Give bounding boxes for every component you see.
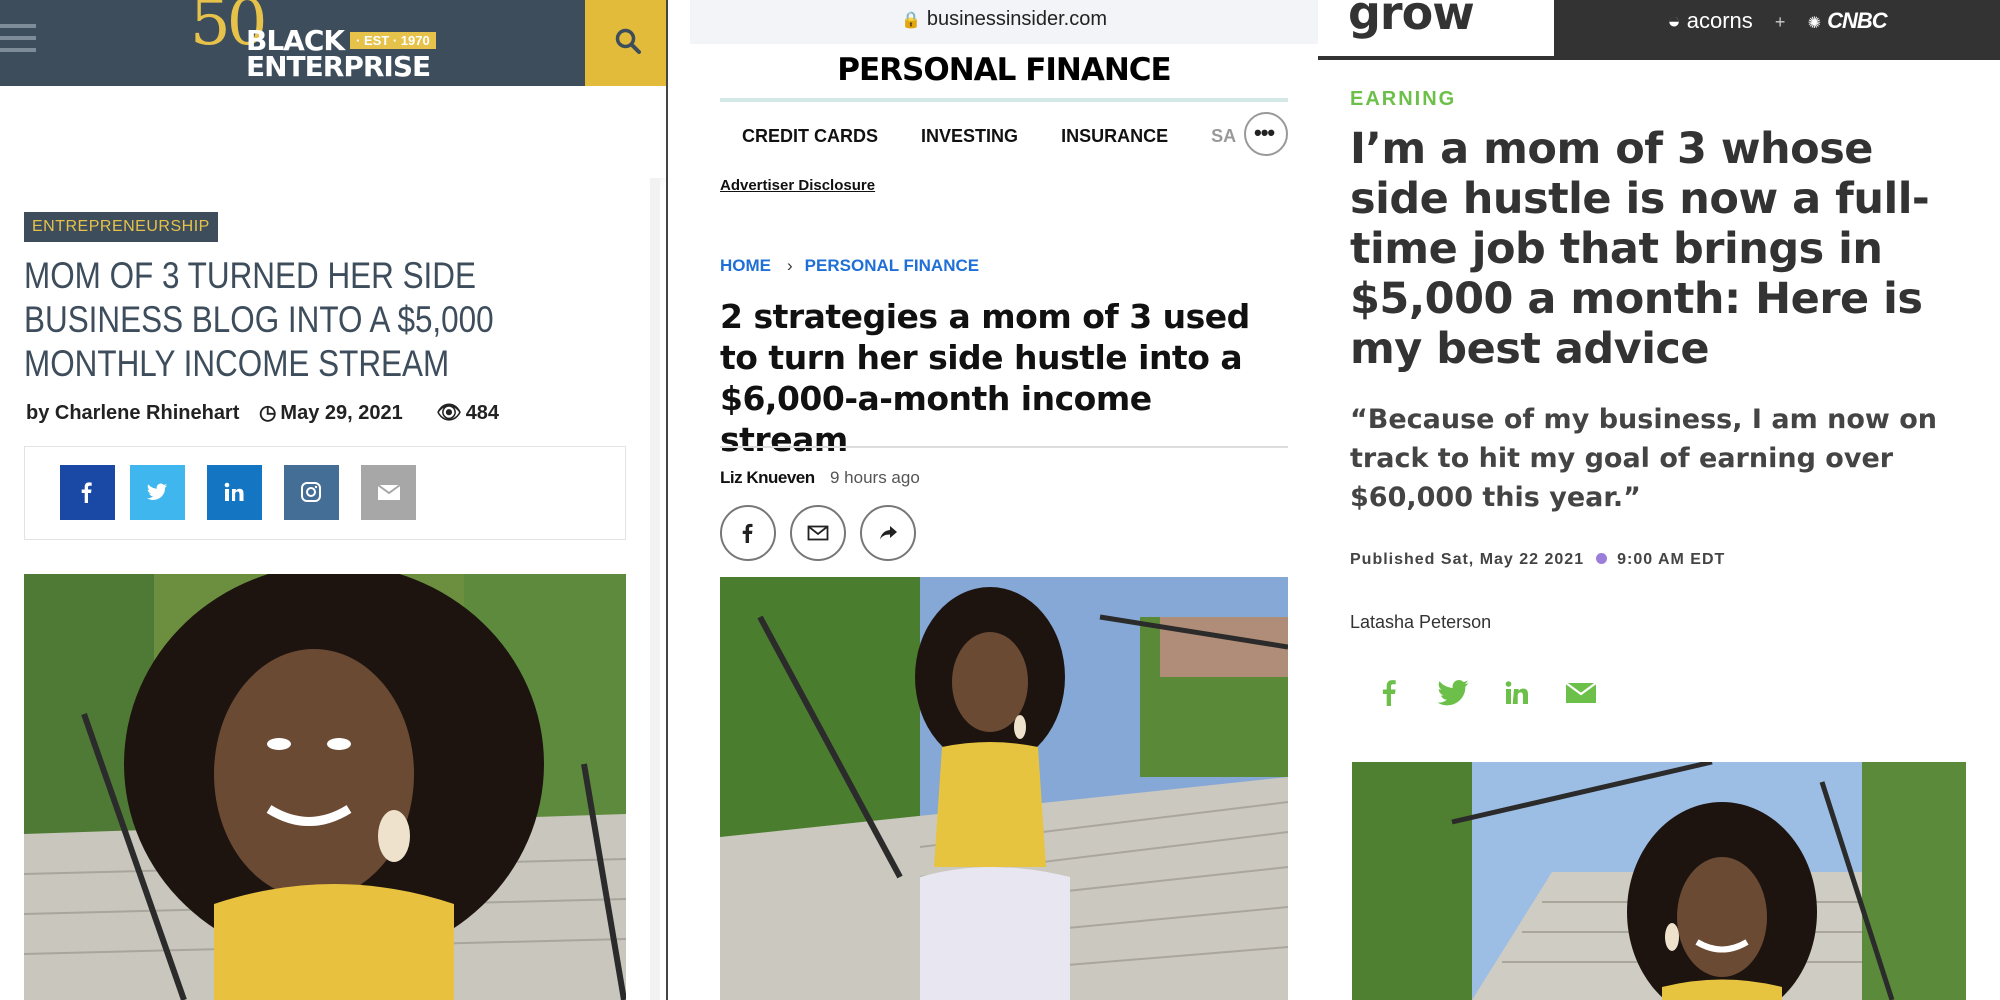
section-kicker[interactable]: EARNING [1350,88,1456,111]
logo-enterprise: ENTERPRISE [246,50,431,83]
facebook-icon [1382,680,1396,706]
url-text: businessinsider.com [926,8,1107,30]
article-title: MOM OF 3 TURNED HER SIDE BUSINESS BLOG I… [24,255,494,384]
breadcrumb-home[interactable]: HOME [720,256,771,275]
twitter-icon [146,483,168,501]
separator-dot [1596,553,1608,564]
category-badge[interactable]: ENTREPRENEURSHIP [24,212,218,242]
grow-logo: grow [1348,0,1475,40]
more-menu-button[interactable]: ••• [1244,112,1288,156]
breadcrumb-personal-finance[interactable]: PERSONAL FINANCE [805,256,979,275]
twitter-share-button[interactable] [130,465,185,520]
byline[interactable]: by Charlene Rhinehart [26,402,239,424]
facebook-share-button[interactable] [60,465,115,520]
email-share-button[interactable] [1564,676,1598,710]
article-photo [24,574,626,1000]
author-name[interactable]: Latasha Peterson [1350,612,1491,633]
browser-url-bar[interactable]: 🔒 businessinsider.com [690,0,1318,44]
published-time: 9:00 AM EDT [1617,551,1726,568]
view-count: 484 [465,402,500,424]
share-button[interactable] [860,505,916,561]
nav-insurance[interactable]: INSURANCE [1061,126,1168,146]
site-header: 50 BLACK · EST · 1970 ENTERPRISE [0,0,666,86]
url-display: 🔒 businessinsider.com [690,8,1318,31]
title-divider [720,446,1288,448]
black-enterprise-page: 50 BLACK · EST · 1970 ENTERPRISE ENTREPR… [0,0,668,1000]
hamburger-menu-icon[interactable] [0,24,36,54]
time-ago: 9 hours ago [830,468,920,487]
ellipsis-icon: ••• [1254,120,1275,145]
article-photo [1352,762,1966,1000]
instagram-share-button[interactable] [284,465,339,520]
partner-banner: ◒ acorns + ✺ CNBC [1554,0,2000,60]
article-dek: “Because of my business, I am now on tra… [1350,404,1937,513]
linkedin-icon [1505,681,1528,704]
twitter-share-button[interactable] [1436,676,1470,710]
acorn-icon: ◒ [1667,8,1681,33]
email-share-button[interactable] [361,465,416,520]
article-meta: by Charlene Rhinehart ◷ May 29, 2021 👁 484 [26,400,527,425]
black-enterprise-logo[interactable]: 50 BLACK · EST · 1970 ENTERPRISE [190,0,470,86]
logo-est: · EST · 1970 [350,32,436,49]
plus-sign: + [1774,12,1786,32]
nav-savings[interactable]: SA [1211,126,1236,146]
article-title: I’m a mom of 3 whose side hustle is now … [1350,124,1930,374]
grow-logo-area[interactable]: grow [1318,0,1554,60]
article-title: 2 strategies a mom of 3 used to turn her… [720,297,1250,459]
article: ENTREPRENEURSHIP MOM OF 3 TURNED HER SID… [0,178,660,1000]
facebook-share-button[interactable] [720,505,776,561]
linkedin-share-button[interactable] [207,465,262,520]
envelope-icon [807,525,829,541]
email-icon [377,484,401,500]
twitter-icon [1437,680,1469,706]
email-icon [1565,682,1597,703]
views-group: 👁 484 [436,402,513,424]
published-info: Published Sat, May 22 2021 9:00 AM EDT [1350,551,1725,569]
linkedin-share-button[interactable] [1500,676,1534,710]
email-share-button[interactable] [790,505,846,561]
share-arrow-icon [880,526,897,540]
clock-icon: ◷ [258,402,277,424]
date-group: ◷ May 29, 2021 [259,402,417,424]
ad-space [0,86,666,178]
facebook-icon [81,482,92,503]
nav-credit-cards[interactable]: CREDIT CARDS [742,126,878,146]
article-photo [720,577,1288,1000]
chevron-right-icon: › [787,256,793,275]
cnbc-grow-page: grow ◒ acorns + ✺ CNBC EARNING I’m a mom… [1318,0,2000,1000]
section-nav: CREDIT CARDS INVESTING INSURANCE SA [742,126,1274,147]
publish-date: May 29, 2021 [280,402,403,424]
breadcrumb: HOME › PERSONAL FINANCE [720,256,979,276]
nav-investing[interactable]: INVESTING [921,126,1018,146]
facebook-share-button[interactable] [1372,676,1406,710]
linkedin-icon [224,482,244,501]
search-button[interactable] [585,0,666,86]
acorns-logo[interactable]: acorns [1687,8,1753,33]
cnbc-logo[interactable]: CNBC [1827,8,1888,33]
lock-icon: 🔒 [900,12,921,29]
instagram-icon [301,482,321,502]
facebook-icon [742,523,753,543]
peacock-icon: ✺ [1807,15,1821,32]
section-divider [720,98,1288,102]
business-insider-page: 🔒 businessinsider.com PERSONAL FINANCE CR… [690,0,1318,1000]
partner-logos: ◒ acorns + ✺ CNBC [1554,8,2000,34]
share-bar [24,446,626,540]
author-name[interactable]: Liz Knueven [720,468,815,488]
section-title[interactable]: PERSONAL FINANCE [720,52,1288,88]
eye-icon: 👁 [436,402,462,424]
advertiser-disclosure-link[interactable]: Advertiser Disclosure [720,177,875,194]
published-date: Published Sat, May 22 2021 [1350,551,1585,568]
search-icon [615,28,641,54]
